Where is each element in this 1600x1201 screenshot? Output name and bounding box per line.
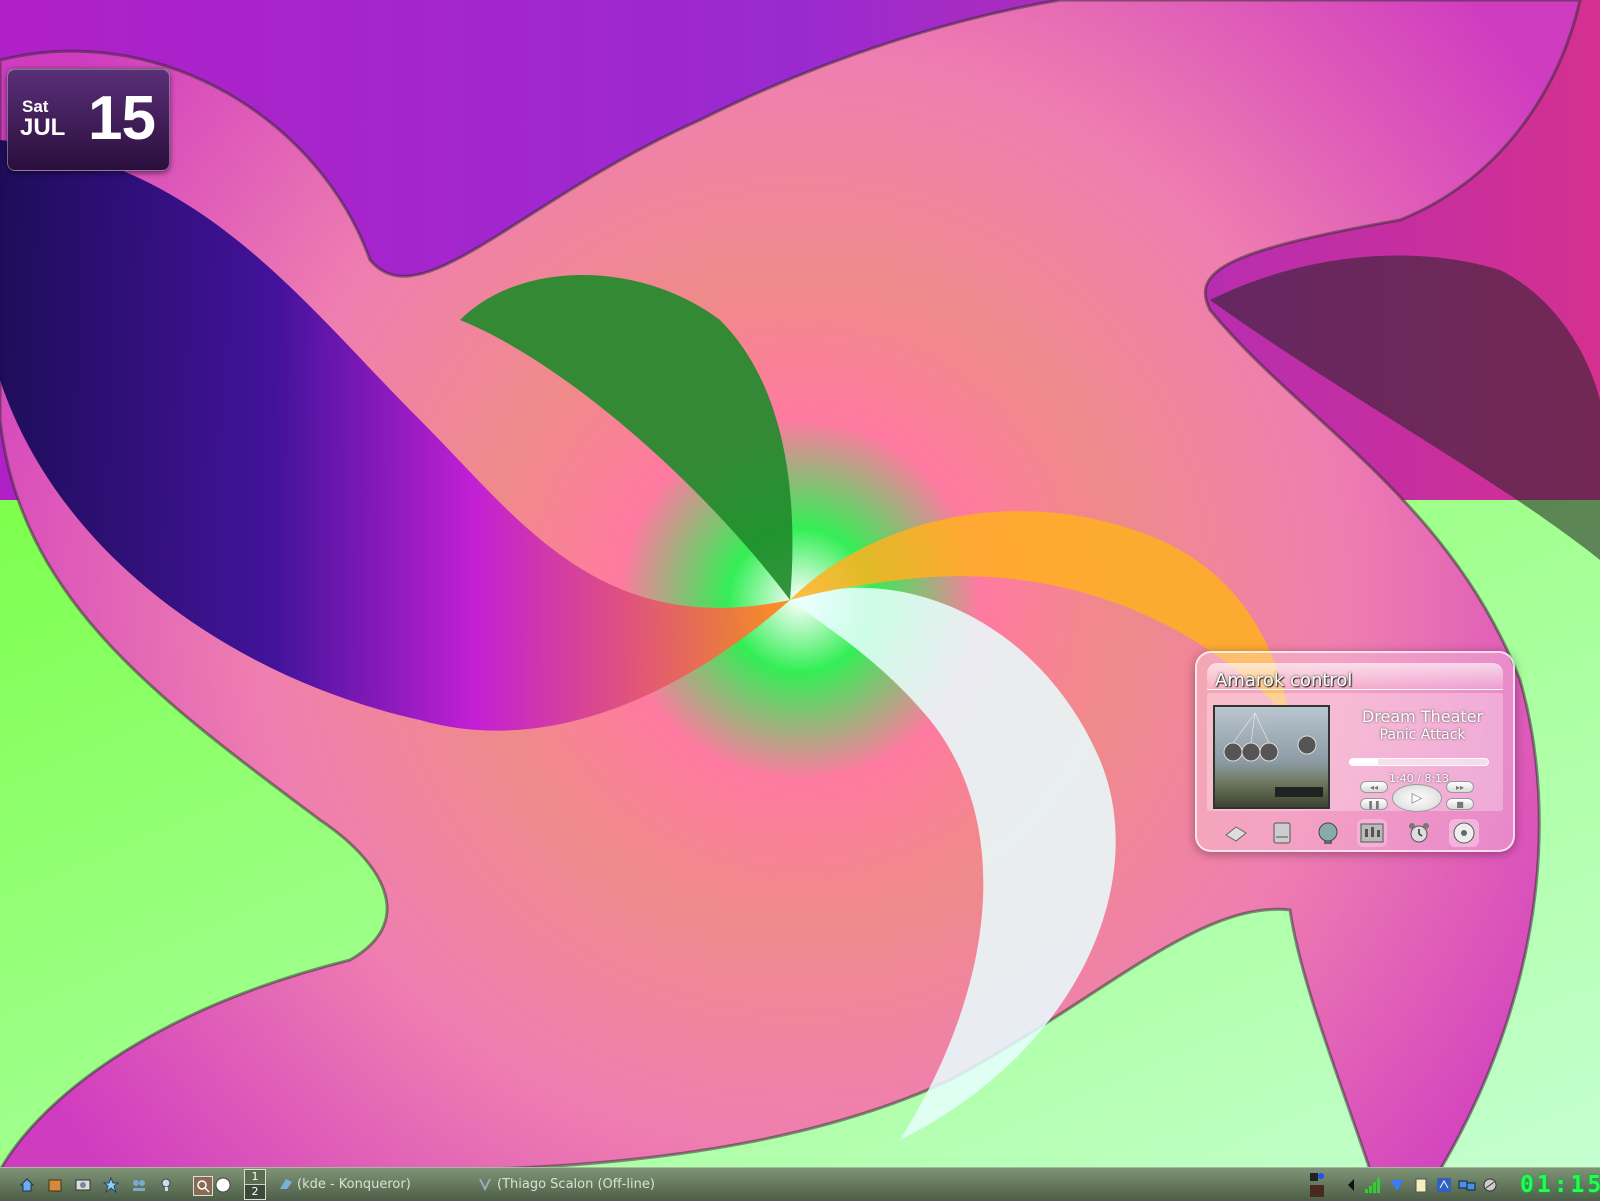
alarm-clock-icon[interactable] — [1404, 819, 1434, 847]
desktop-wallpaper — [0, 0, 1600, 1200]
date-month: JUL — [20, 114, 66, 141]
task-chat[interactable]: (Thiago Scalon (Off-line) — [497, 1177, 655, 1192]
volume-icon[interactable] — [1481, 1176, 1499, 1194]
help-icon[interactable] — [158, 1176, 176, 1194]
track-artist: Dream Theater — [1361, 707, 1484, 726]
tray-collapse-arrow-icon[interactable] — [1342, 1176, 1360, 1194]
desktop-pager[interactable]: 1 2 — [244, 1169, 266, 1200]
taskbar-clock[interactable]: 01:15 — [1520, 1172, 1600, 1198]
previous-button[interactable]: ◂◂ — [1360, 781, 1388, 793]
track-progress-fill — [1350, 759, 1378, 765]
next-button[interactable]: ▸▸ — [1446, 781, 1474, 793]
cd-icon[interactable] — [1449, 819, 1479, 847]
hard-disk-icon[interactable] — [1267, 819, 1297, 847]
terminal-icon[interactable] — [74, 1176, 92, 1194]
task-konqueror[interactable]: (kde - Konqueror) — [297, 1177, 411, 1192]
desktop-2[interactable]: 2 — [245, 1185, 265, 1199]
globe-icon[interactable] — [1313, 819, 1343, 847]
tray-monitor-icon[interactable] — [1308, 1171, 1326, 1199]
track-progress-bar[interactable] — [1349, 758, 1489, 766]
konqueror-launcher-icon[interactable] — [46, 1176, 64, 1194]
signal-strength-icon[interactable] — [1364, 1176, 1382, 1194]
clock-applet-icon[interactable] — [214, 1176, 232, 1194]
amarok-control-widget[interactable]: Amarok control Dream Theater Panic Attac… — [1195, 651, 1515, 852]
desktop-1[interactable]: 1 — [245, 1170, 265, 1185]
date-day: 15 — [88, 84, 156, 153]
chat-icon — [478, 1177, 492, 1191]
date-widget[interactable]: Sat JUL 15 — [7, 68, 170, 171]
search-icon[interactable] — [193, 1176, 213, 1196]
stop-button[interactable]: ■ — [1446, 798, 1474, 810]
konqueror-icon — [279, 1177, 293, 1191]
mixer-icon[interactable] — [1357, 819, 1387, 847]
track-title: Panic Attack — [1379, 727, 1466, 743]
kde-wallet-icon[interactable] — [1435, 1176, 1453, 1194]
album-art-image — [1223, 712, 1323, 797]
star-icon[interactable] — [102, 1176, 120, 1194]
network-icon[interactable] — [130, 1176, 148, 1194]
klipper-icon[interactable] — [1412, 1176, 1430, 1194]
home-icon[interactable] — [18, 1176, 36, 1194]
shield-icon[interactable] — [1388, 1176, 1406, 1194]
drive-icon[interactable] — [1221, 819, 1251, 847]
play-button[interactable]: ▷ — [1392, 784, 1442, 812]
network-monitor-icon[interactable] — [1458, 1176, 1476, 1194]
album-cover — [1213, 705, 1330, 809]
pause-button[interactable]: ❚❚ — [1360, 798, 1388, 810]
amarok-title: Amarok control — [1215, 670, 1353, 691]
taskbar-panel: 1 2 (kde - Konqueror) (Thiago Scalon (Of… — [0, 1167, 1600, 1201]
